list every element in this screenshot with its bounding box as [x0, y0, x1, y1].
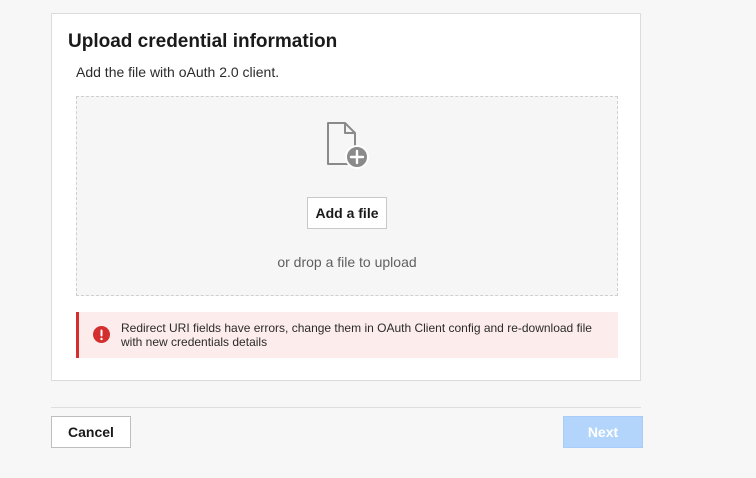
- cancel-button[interactable]: Cancel: [51, 416, 131, 448]
- file-dropzone[interactable]: Add a file or drop a file to upload: [76, 96, 618, 296]
- upload-credential-card: Upload credential information Add the fi…: [51, 13, 641, 381]
- add-file-button[interactable]: Add a file: [307, 197, 387, 229]
- error-icon: [93, 326, 110, 343]
- card-title: Upload credential information: [68, 31, 338, 52]
- drop-hint-text: or drop a file to upload: [277, 254, 417, 270]
- error-message: Redirect URI fields have errors, change …: [121, 321, 592, 349]
- file-add-icon: [327, 122, 369, 169]
- error-alert: Redirect URI fields have errors, change …: [76, 312, 618, 358]
- footer-divider: [51, 407, 641, 408]
- card-subtitle: Add the file with oAuth 2.0 client.: [76, 64, 280, 80]
- next-button[interactable]: Next: [563, 416, 643, 448]
